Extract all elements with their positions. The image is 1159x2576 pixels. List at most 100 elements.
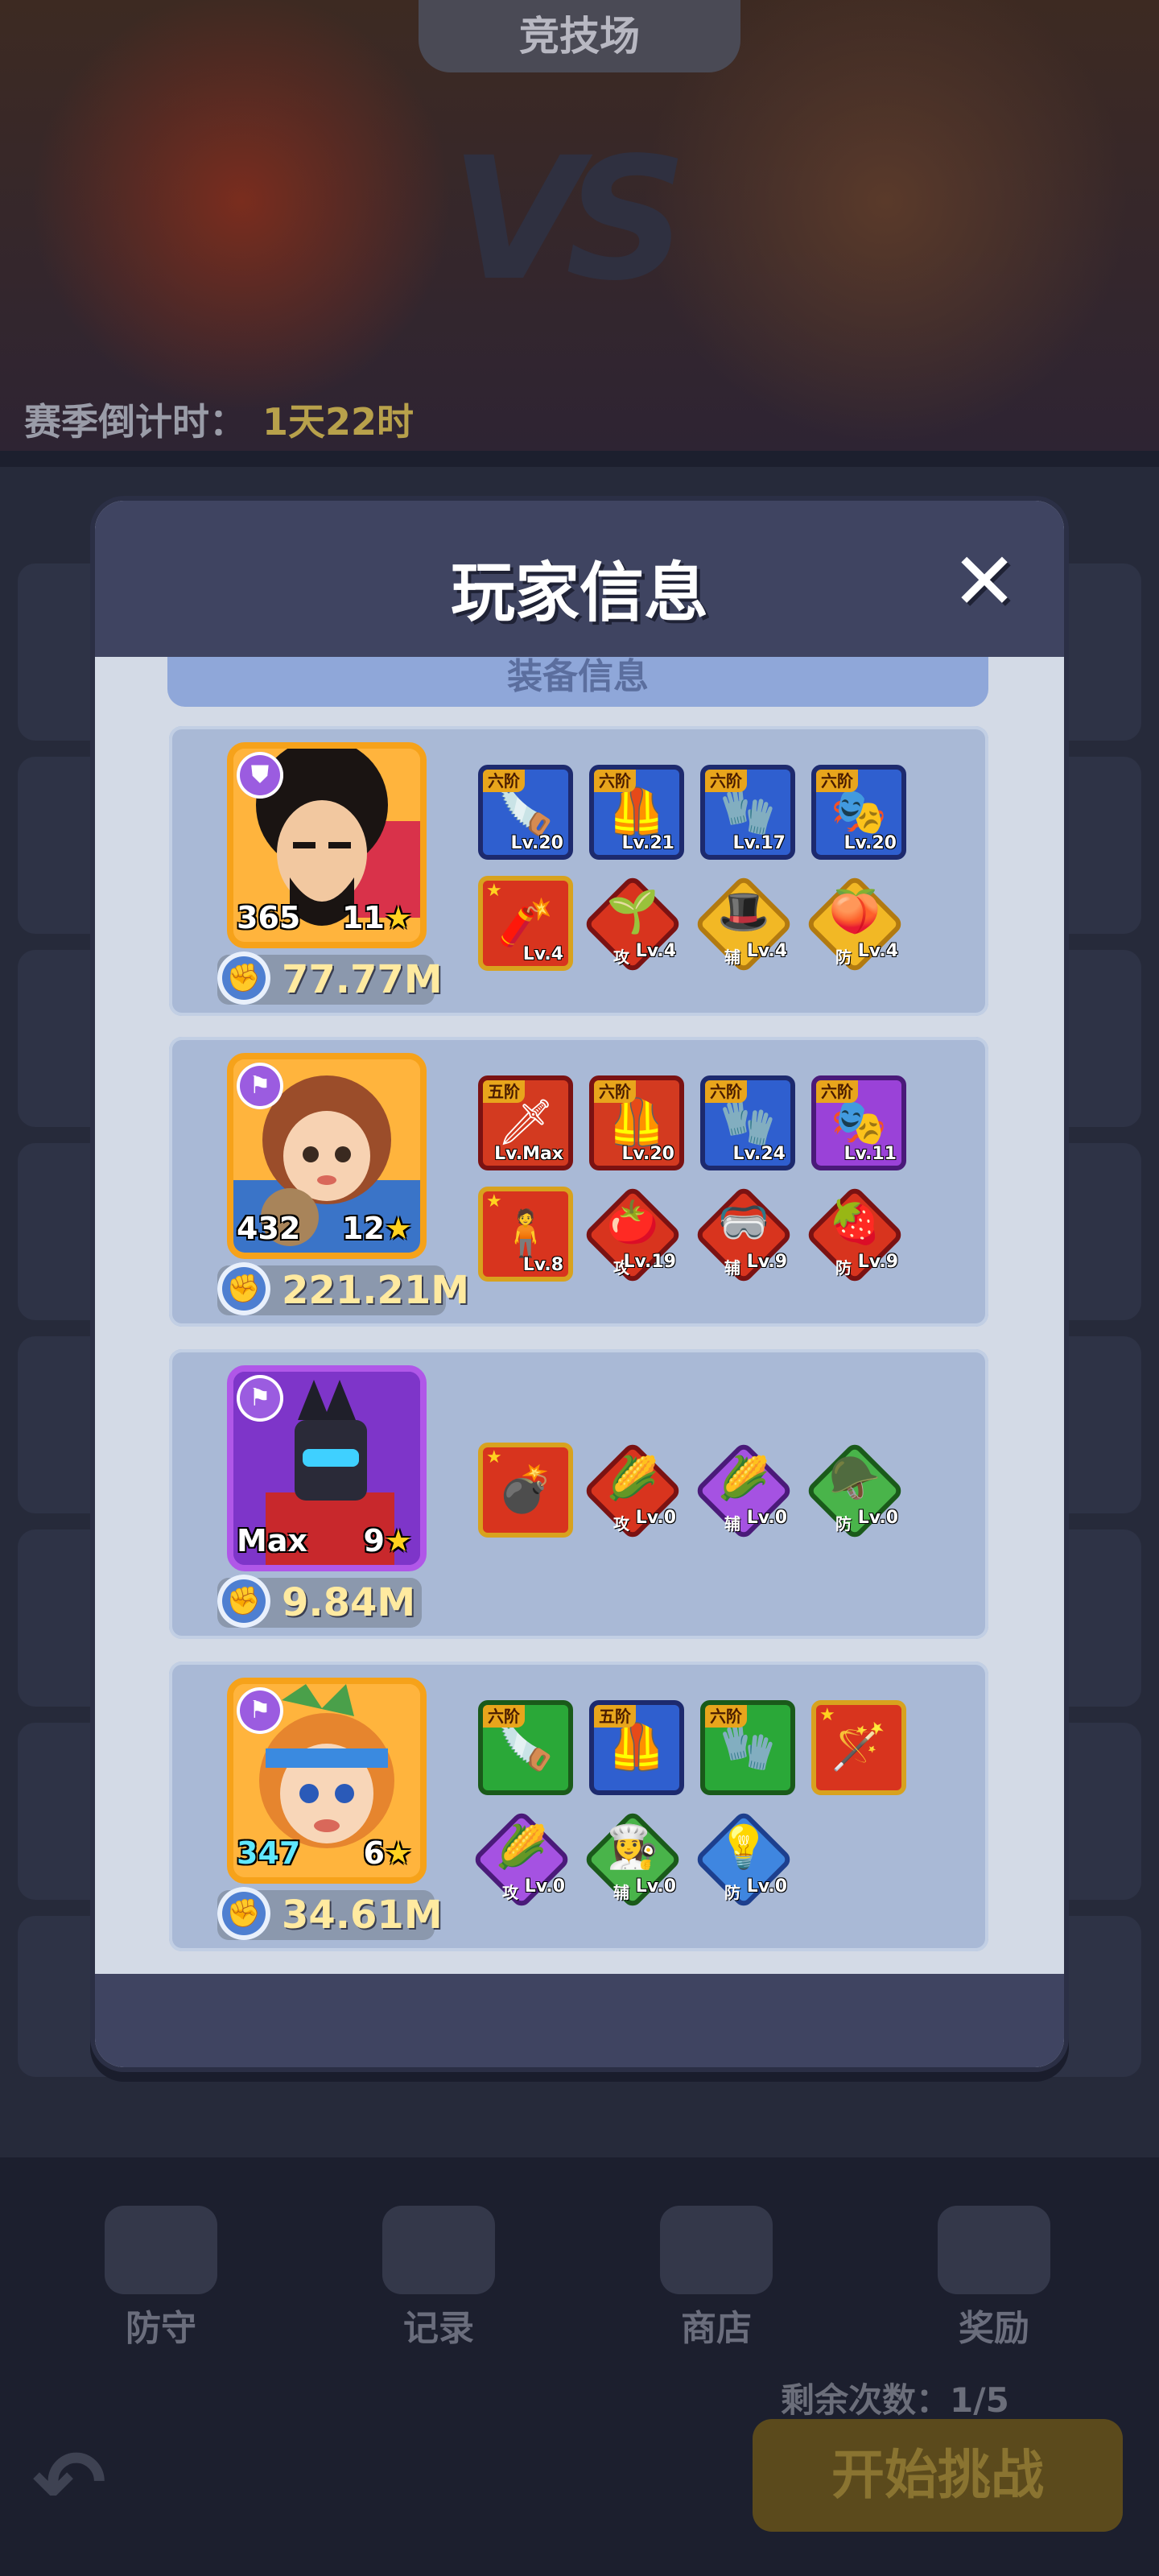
mask-icon: 🎭 (831, 1096, 887, 1149)
equipment-slot[interactable]: 🧍 ★ Lv.8 (478, 1187, 573, 1282)
pet-hat-icon: 🎩 (717, 888, 770, 936)
gauntlet-icon: 🧤 (720, 1096, 776, 1149)
countdown-value: 1天22时 (262, 400, 415, 444)
pet-slot[interactable]: 🌽 辅 Lv.0 (692, 1439, 795, 1542)
season-countdown: 赛季倒计时： 1天22时 (24, 393, 414, 446)
hero-class-icon: ⛊ (237, 752, 283, 799)
nav-reward[interactable]: 奖励 (914, 2206, 1074, 2351)
hero-level: 365 (237, 900, 301, 935)
power-fist-icon: ✊ (217, 1887, 270, 1940)
pet-slot[interactable]: 🍓 防 Lv.9 (803, 1183, 906, 1286)
equip-level: Lv.17 (732, 833, 786, 853)
pet-role: 辅 (724, 947, 740, 967)
pet-slot[interactable]: 👩‍🍳 辅 Lv.0 (581, 1808, 684, 1911)
hero-portrait[interactable]: ⛊ 365 11★ (227, 742, 427, 948)
back-arrow-icon[interactable]: ↶ (32, 2431, 106, 2534)
pet-level: Lv.4 (746, 941, 787, 961)
equipment-slot[interactable]: 🦺 五阶 (589, 1700, 684, 1795)
hero-card: ⚑ 347 6★ ✊ 34.61M 🪚 六阶 🦺 五阶 🧤 六阶 🪄 ★ 🌽 攻 (169, 1662, 988, 1951)
hero-portrait[interactable]: ⚑ 347 6★ (227, 1678, 427, 1884)
hero-class-icon: ⚑ (237, 1063, 283, 1109)
pet-slot[interactable]: 🍑 防 Lv.4 (803, 873, 906, 976)
hero-power-value: 34.61M (282, 1893, 443, 1938)
pet-slot[interactable]: 🍅 攻 Lv.19 (581, 1183, 684, 1286)
equipment-slot[interactable]: 🪄 ★ (811, 1700, 906, 1795)
hero-level: 347 (237, 1835, 301, 1871)
equip-tier: 六阶 (483, 1705, 525, 1728)
vs-logo: VS (451, 121, 687, 318)
gauntlet-icon: 🧤 (720, 1721, 776, 1773)
equipment-slot[interactable]: 🪚 六阶 (478, 1700, 573, 1795)
power-fist-icon: ✊ (217, 1575, 270, 1628)
pet-level: Lv.0 (524, 1876, 565, 1897)
pet-corn-icon: 🌽 (495, 1823, 548, 1872)
pet-level: Lv.4 (635, 941, 676, 961)
pet-slot[interactable]: 🌽 攻 Lv.0 (581, 1439, 684, 1542)
nav-defense[interactable]: 防守 (80, 2206, 241, 2351)
equipment-slot[interactable]: 🦺 六阶 Lv.21 (589, 765, 684, 860)
armor-icon: 🦺 (608, 1096, 665, 1149)
pet-chef-icon: 👩‍🍳 (606, 1823, 659, 1872)
hero-level: Max (237, 1523, 307, 1558)
star-icon: ★ (384, 1211, 412, 1246)
pet-goggles-icon: 🥽 (717, 1199, 770, 1247)
pet-role: 攻 (613, 1514, 629, 1534)
pet-helmet-icon: 🪖 (828, 1455, 881, 1503)
hero-card: ⛊ 365 11★ ✊ 77.77M 🪚 六阶 Lv.20 🦺 六阶 Lv.21… (169, 726, 988, 1016)
hero-power-value: 221.21M (282, 1268, 469, 1313)
pet-slot[interactable]: 🎩 辅 Lv.4 (692, 873, 795, 976)
equip-level: Lv.11 (843, 1144, 897, 1164)
equip-level: Lv.24 (732, 1144, 786, 1164)
equipment-slot[interactable]: 🎭 六阶 Lv.11 (811, 1075, 906, 1170)
hero-portrait[interactable]: ⚑ Max 9★ (227, 1365, 427, 1571)
modal-title: 玩家信息 (451, 555, 708, 630)
pet-role: 辅 (613, 1883, 629, 1902)
pet-slot[interactable]: 🌽 攻 Lv.0 (470, 1808, 573, 1911)
close-icon[interactable]: ✕ (948, 543, 1021, 621)
gauntlet-icon: 🧤 (720, 786, 776, 838)
nav-record[interactable]: 记录 (358, 2206, 519, 2351)
hero-portrait[interactable]: ⚑ 432 12★ (227, 1053, 427, 1259)
pet-slot[interactable]: 💡 防 Lv.0 (692, 1808, 795, 1911)
equip-tier: 五阶 (594, 1705, 636, 1728)
equipment-slot[interactable]: 🧨 ★ Lv.4 (478, 876, 573, 971)
hero-card: ⚑ Max 9★ ✊ 9.84M 💣 ★ 🌽 攻 Lv.0 🌽 辅 Lv.0 🪖 (169, 1349, 988, 1639)
pet-level: Lv.0 (746, 1876, 787, 1897)
shovel-icon: 🗡 (497, 1096, 555, 1149)
equip-tier: 五阶 (483, 1080, 525, 1103)
bottom-nav: 防守 记录 商店 奖励 (0, 2174, 1159, 2367)
pet-slot[interactable]: 🥽 辅 Lv.9 (692, 1183, 795, 1286)
equipment-slot[interactable]: 🪚 六阶 Lv.20 (478, 765, 573, 860)
equipment-slot[interactable]: 🧤 六阶 (700, 1700, 795, 1795)
pet-role: 防 (835, 1514, 852, 1534)
equipment-slot[interactable]: 🧤 六阶 Lv.17 (700, 765, 795, 860)
pet-level: Lv.0 (635, 1876, 676, 1897)
equipment-slot[interactable]: 🧤 六阶 Lv.24 (700, 1075, 795, 1170)
pet-level: Lv.0 (635, 1508, 676, 1528)
nav-shop[interactable]: 商店 (636, 2206, 797, 2351)
power-fist-icon: ✊ (217, 952, 270, 1005)
nav-shop-label: 商店 (681, 2308, 752, 2349)
pet-level: Lv.4 (857, 941, 898, 961)
nav-defense-label: 防守 (126, 2308, 196, 2349)
chainsaw-icon: 🪚 (497, 1721, 554, 1773)
pet-slot[interactable]: 🌱 攻 Lv.4 (581, 873, 684, 976)
equip-level: Lv.4 (522, 944, 563, 964)
nav-record-label: 记录 (403, 2308, 474, 2349)
hero-power: ✊ 9.84M (217, 1575, 422, 1628)
equip-tier: 六阶 (705, 770, 747, 792)
section-tab-equipment: 装备信息 (167, 657, 988, 707)
equipment-slot[interactable]: 🗡 五阶 Lv.Max (478, 1075, 573, 1170)
pet-slot[interactable]: 🪖 防 Lv.0 (803, 1439, 906, 1542)
chainsaw-icon: 🪚 (497, 786, 554, 838)
star-icon: ★ (384, 1835, 412, 1871)
equipment-slot[interactable]: 🦺 六阶 Lv.20 (589, 1075, 684, 1170)
hero-card: ⚑ 432 12★ ✊ 221.21M 🗡 五阶 Lv.Max 🦺 六阶 Lv.… (169, 1037, 988, 1327)
hero-stars: 11★ (342, 900, 412, 935)
remaining-attempts: 剩余次数：1/5 (781, 2380, 1009, 2420)
pet-role: 辅 (724, 1514, 740, 1534)
start-challenge-button[interactable]: 开始挑战 (753, 2419, 1123, 2532)
equip-tier: 六阶 (594, 1080, 636, 1103)
equipment-slot[interactable]: 💣 ★ (478, 1443, 573, 1538)
equipment-slot[interactable]: 🎭 六阶 Lv.20 (811, 765, 906, 860)
